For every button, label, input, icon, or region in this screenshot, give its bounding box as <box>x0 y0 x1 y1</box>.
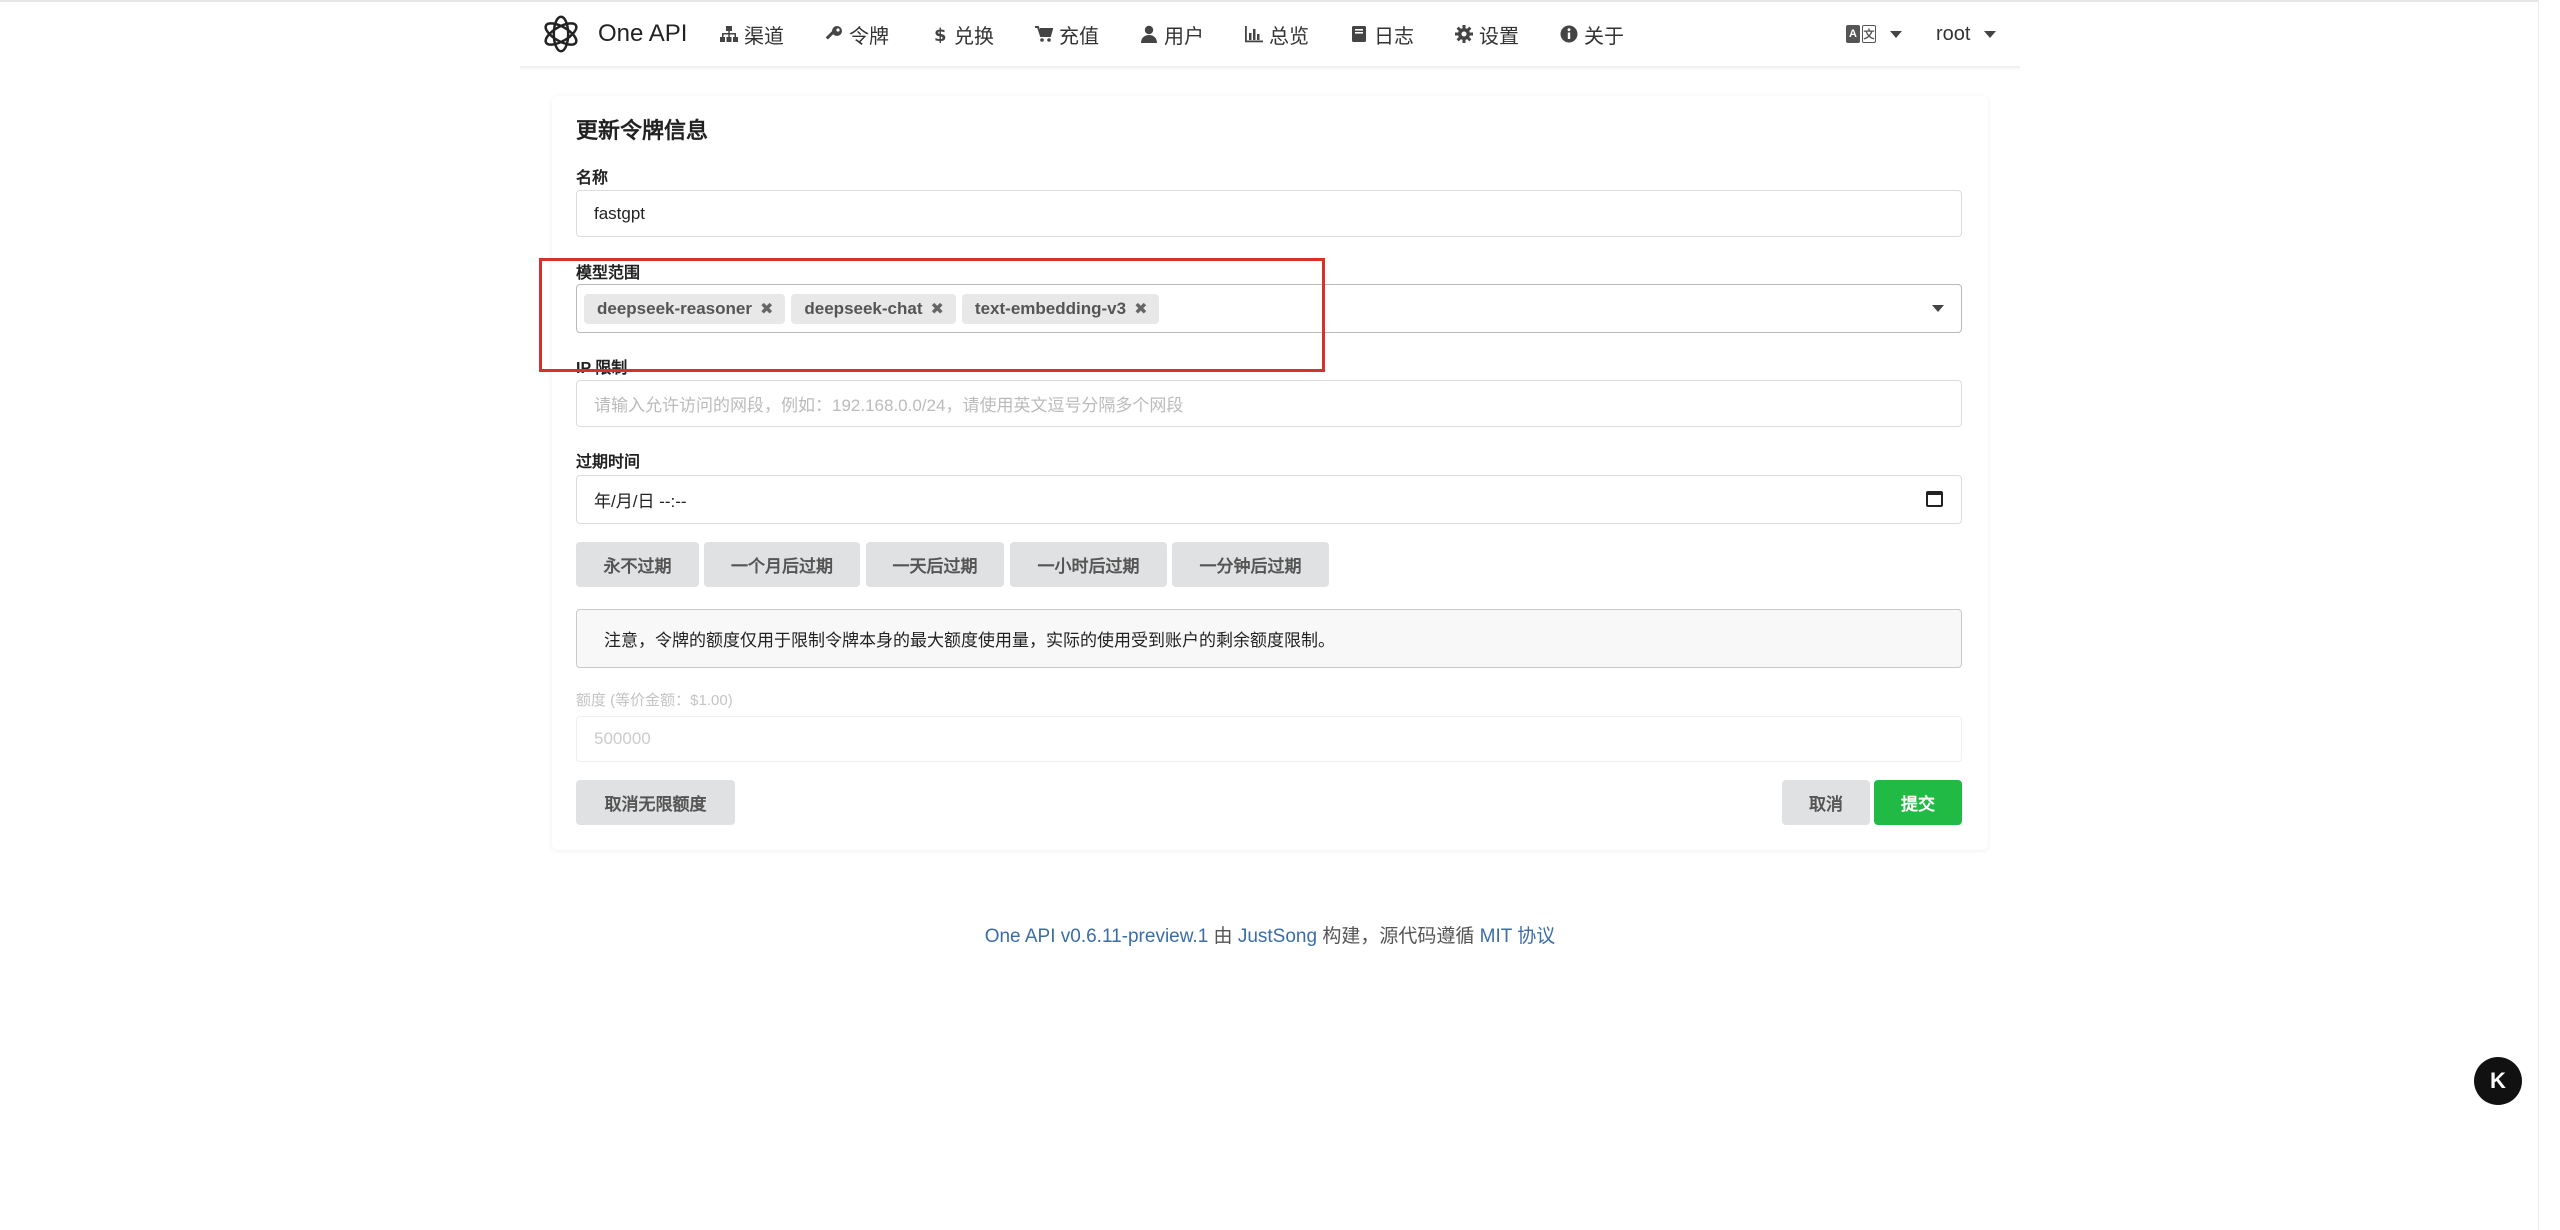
calendar-icon[interactable] <box>1926 491 1943 507</box>
cart-icon <box>1035 26 1053 42</box>
language-icon: A文 <box>1846 25 1876 43</box>
never-expire-button[interactable]: 永不过期 <box>576 542 699 587</box>
nav-users[interactable]: 用户 <box>1140 20 1204 49</box>
expire-one-minute-button[interactable]: 一分钟后过期 <box>1172 542 1329 587</box>
nav-label: 总览 <box>1269 25 1309 48</box>
expire-one-month-button[interactable]: 一个月后过期 <box>704 542 860 587</box>
gear-icon <box>1455 25 1473 43</box>
chevron-down-icon <box>1890 30 1902 38</box>
scrollbar[interactable] <box>2538 0 2560 1230</box>
key-icon <box>825 26 842 40</box>
dollar-icon: $ <box>934 25 947 43</box>
info-icon <box>1560 25 1578 43</box>
nav-label: 令牌 <box>849 25 889 48</box>
version-link[interactable]: One API v0.6.11-preview.1 <box>985 926 1209 947</box>
quota-notice: 注意，令牌的额度仅用于限制令牌本身的最大额度使用量，实际的使用受到账户的剩余额度… <box>576 609 1962 668</box>
nav-logs[interactable]: 日志 <box>1350 20 1414 49</box>
expire-one-hour-button[interactable]: 一小时后过期 <box>1010 542 1167 587</box>
book-icon <box>1352 26 1366 42</box>
chevron-down-icon <box>1984 30 1997 38</box>
navbar-shadow <box>520 66 2020 70</box>
nav-redeem[interactable]: $ 兑换 <box>930 20 994 49</box>
cancel-button[interactable]: 取消 <box>1782 780 1870 825</box>
nav-topup[interactable]: 充值 <box>1035 20 1099 49</box>
brand[interactable]: One API <box>538 10 687 58</box>
nav-label: 关于 <box>1584 25 1624 48</box>
openai-logo-icon <box>544 15 578 53</box>
footer-text: 由 <box>1208 926 1238 947</box>
language-switcher[interactable]: A文 <box>1846 14 1902 54</box>
expire-one-day-button[interactable]: 一天后过期 <box>866 542 1004 587</box>
name-label: 名称 <box>576 170 609 187</box>
nav-label: 渠道 <box>744 25 784 48</box>
floating-assistant-button[interactable]: K <box>2474 1057 2522 1105</box>
nav-label: 充值 <box>1059 25 1099 48</box>
author-link[interactable]: JustSong <box>1238 926 1317 947</box>
highlight-box <box>539 258 1325 372</box>
nav-dashboard[interactable]: 总览 <box>1245 20 1309 49</box>
user-icon <box>1141 25 1157 43</box>
footer: One API v0.6.11-preview.1 由 JustSong 构建，… <box>0 921 2540 948</box>
name-input[interactable]: fastgpt <box>576 190 1962 237</box>
quota-label: 额度 (等价金额：$1.00) <box>576 692 733 709</box>
nav-channels[interactable]: 渠道 <box>720 20 784 49</box>
brand-name: One API <box>598 20 688 47</box>
expiry-label: 过期时间 <box>576 454 641 471</box>
cancel-unlimited-quota-button[interactable]: 取消无限额度 <box>576 780 735 825</box>
nav-label: 用户 <box>1164 25 1204 48</box>
page-title: 更新令牌信息 <box>576 118 709 143</box>
submit-button[interactable]: 提交 <box>1874 780 1962 825</box>
nav-about[interactable]: 关于 <box>1560 20 1624 49</box>
expiry-datetime-input[interactable]: 年/月/日 --:-- <box>576 475 1962 524</box>
license-link[interactable]: MIT 协议 <box>1480 926 1556 947</box>
ip-input[interactable]: 请输入允许访问的网段，例如：192.168.0.0/24，请使用英文逗号分隔多个… <box>576 380 1962 427</box>
nav-tokens[interactable]: 令牌 <box>825 20 889 49</box>
nav-settings[interactable]: 设置 <box>1455 20 1519 49</box>
username: root <box>1936 22 1971 45</box>
expiry-value: 年/月/日 --:-- <box>594 492 687 511</box>
user-menu[interactable]: root <box>1936 14 1997 54</box>
nav-label: 设置 <box>1479 25 1519 48</box>
bar-chart-icon <box>1245 26 1263 43</box>
main-nav: 渠道 令牌 $ 兑换 充值 用户 总览 日志 设置 关于 <box>720 14 1665 54</box>
dropdown-icon[interactable] <box>1932 305 1944 312</box>
footer-text: 构建，源代码遵循 <box>1317 926 1480 947</box>
svg-text:$: $ <box>934 25 947 43</box>
nav-label: 日志 <box>1374 25 1414 48</box>
nav-label: 兑换 <box>954 25 994 48</box>
quota-input: 500000 <box>576 716 1962 762</box>
sitemap-icon <box>720 26 738 42</box>
